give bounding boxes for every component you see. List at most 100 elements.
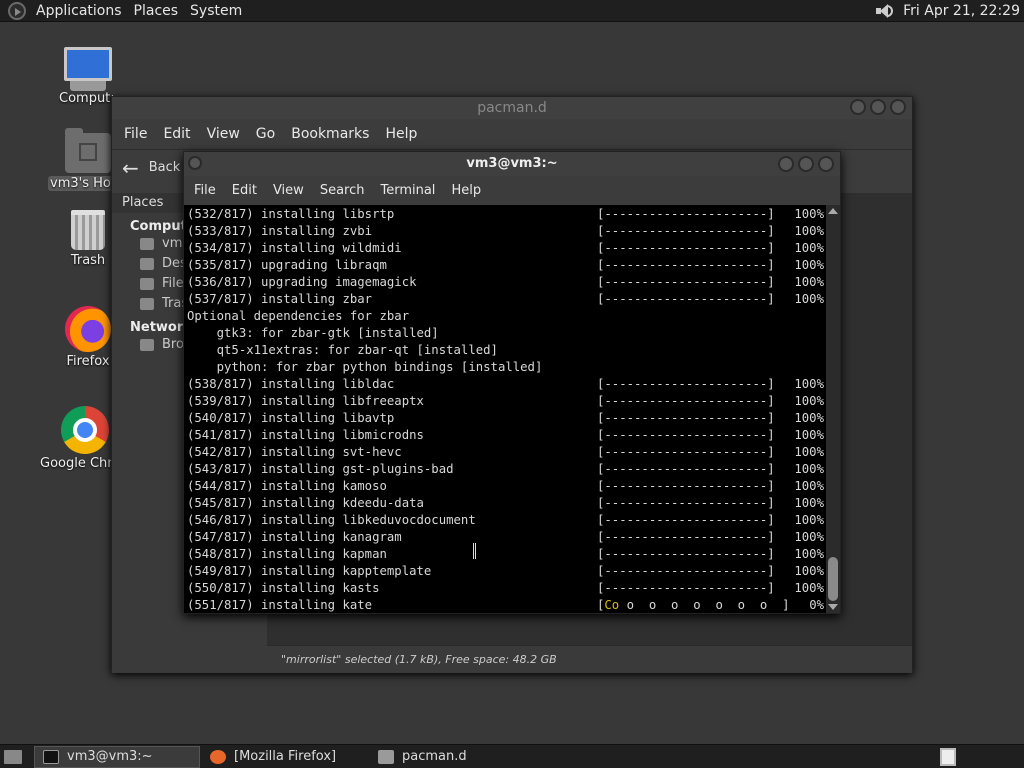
progress-percent: 100% (794, 513, 824, 527)
maximize-button[interactable] (870, 99, 886, 115)
menu-view[interactable]: View (265, 183, 312, 198)
terminal-menubar: File Edit View Search Terminal Help (184, 176, 840, 205)
system-menu[interactable]: System (184, 0, 248, 22)
pacman-dots: o o o o o o o ] (619, 598, 790, 612)
terminal-line-text: (539/817) installing libfreeaptx (187, 394, 424, 408)
progress-bar-text: [----------------------] (597, 224, 775, 238)
terminal-line: gtk3: for zbar-gtk [installed] (187, 325, 826, 342)
terminal-line: (537/817) installing zbar [--------------… (187, 291, 826, 308)
progress-bar: [----------------------] (597, 257, 775, 274)
close-button[interactable] (818, 156, 834, 172)
menu-edit[interactable]: Edit (224, 183, 265, 198)
minimize-button[interactable] (850, 99, 866, 115)
progress-bar-text: [----------------------] (597, 581, 775, 595)
scroll-down-arrow-icon[interactable] (828, 604, 838, 610)
close-button[interactable] (890, 99, 906, 115)
terminal-output[interactable]: (532/817) installing libsrtp [-----------… (184, 205, 826, 613)
terminal-line-text: (538/817) installing libldac (187, 377, 395, 391)
progress-bar: [----------------------] (597, 206, 775, 223)
terminal-line-text: gtk3: for zbar-gtk [installed] (187, 326, 439, 340)
drive-icon (140, 278, 154, 290)
progress-bar: [----------------------] (597, 546, 775, 563)
taskbar-item-terminal[interactable]: vm3@vm3:~ (34, 745, 200, 768)
file-manager-menubar: File Edit View Go Bookmarks Help (112, 119, 912, 149)
volume-icon[interactable] (875, 2, 894, 20)
desktop-icon-label: vm3's Home (48, 176, 113, 191)
progress-bar: [----------------------] (597, 376, 775, 393)
progress-bar-text: [----------------------] (597, 479, 775, 493)
menu-view[interactable]: View (199, 126, 248, 142)
progress-bar-text: [----------------------] (597, 241, 775, 255)
taskbar-item-file-manager[interactable]: pacman.d (370, 746, 536, 768)
window-menu-icon[interactable] (188, 156, 202, 170)
terminal-line: python: for zbar python bindings [instal… (187, 359, 826, 376)
progress-bar: [----------------------] (597, 274, 775, 291)
places-menu[interactable]: Places (128, 0, 185, 22)
progress-bar: [----------------------] (597, 410, 775, 427)
maximize-button[interactable] (798, 156, 814, 172)
terminal-line: (538/817) installing libldac [-----------… (187, 376, 826, 393)
minimize-button[interactable] (778, 156, 794, 172)
terminal-line: (545/817) installing kdeedu-data [-------… (187, 495, 826, 512)
menu-file[interactable]: File (116, 126, 155, 142)
progress-bar-text: [----------------------] (597, 445, 775, 459)
progress-bar: [----------------------] (597, 291, 775, 308)
progress-percent: 100% (794, 445, 824, 459)
menu-search[interactable]: Search (312, 183, 373, 198)
terminal-line-text: (542/817) installing svt-hevc (187, 445, 402, 459)
terminal-line: (549/817) installing kapptemplate [------… (187, 563, 826, 580)
progress-bar-text: [----------------------] (597, 428, 775, 442)
progress-percent: 100% (794, 428, 824, 442)
terminal-scrollbar[interactable] (826, 205, 840, 613)
scroll-up-arrow-icon[interactable] (828, 208, 838, 214)
menu-file[interactable]: File (186, 183, 224, 198)
terminal-line-text: (540/817) installing libavtp (187, 411, 395, 425)
bottom-panel: vm3@vm3:~ [Mozilla Firefox] pacman.d (0, 744, 1024, 768)
terminal-line: (548/817) installing kapman [------------… (187, 546, 826, 563)
progress-bar-text: [----------------------] (597, 394, 775, 408)
progress-bar-text: [----------------------] (597, 462, 775, 476)
top-panel: Applications Places System Fri Apr 21, 2… (0, 0, 1024, 22)
menu-help[interactable]: Help (377, 126, 425, 142)
back-arrow-icon[interactable]: ← (122, 156, 139, 180)
terminal-line: (546/817) installing libkeduvocdocument [… (187, 512, 826, 529)
terminal-titlebar[interactable]: vm3@vm3:~ (184, 152, 840, 176)
terminal-line-text: (536/817) upgrading imagemagick (187, 275, 417, 289)
terminal-line-text: (547/817) installing kanagram (187, 530, 402, 544)
terminal-line: qt5-x11extras: for zbar-qt [installed] (187, 342, 826, 359)
terminal-line: (539/817) installing libfreeaptx [-------… (187, 393, 826, 410)
terminal-line-text: python: for zbar python bindings [instal… (187, 360, 543, 374)
file-manager-titlebar[interactable]: pacman.d (112, 97, 912, 119)
progress-bar: [----------------------] (597, 393, 775, 410)
distro-logo-icon[interactable] (8, 1, 26, 20)
back-button[interactable]: Back (149, 160, 181, 175)
terminal-line-text: Optional dependencies for zbar (187, 309, 410, 323)
terminal-window[interactable]: vm3@vm3:~ File Edit View Search Terminal… (183, 151, 841, 614)
menu-edit[interactable]: Edit (155, 126, 198, 142)
progress-bar: [----------------------] (597, 461, 775, 478)
menu-help[interactable]: Help (443, 183, 489, 198)
chrome-icon (61, 406, 109, 454)
network-icon (140, 339, 154, 351)
taskbar-item-label: pacman.d (402, 749, 467, 764)
terminal-line-text: (544/817) installing kamoso (187, 479, 387, 493)
terminal-icon (43, 749, 59, 764)
clock[interactable]: Fri Apr 21, 22:29 (903, 3, 1020, 19)
workspace-switcher[interactable] (940, 748, 956, 766)
terminal-line-text: (546/817) installing libkeduvocdocument (187, 513, 476, 527)
trash-icon (71, 210, 105, 250)
scrollbar-thumb[interactable] (828, 557, 838, 601)
terminal-line: (543/817) installing gst-plugins-bad [---… (187, 461, 826, 478)
terminal-line-text: (541/817) installing libmicrodns (187, 428, 424, 442)
progress-bar-text: [----------------------] (597, 564, 775, 578)
desktop-icon-label: Computer (59, 91, 113, 106)
terminal-line-text: qt5-x11extras: for zbar-qt [installed] (187, 343, 498, 357)
taskbar-item-firefox[interactable]: [Mozilla Firefox] (202, 746, 368, 768)
progress-percent: 100% (794, 207, 824, 221)
applications-menu[interactable]: Applications (30, 0, 128, 22)
progress-bar-text: [----------------------] (597, 377, 775, 391)
menu-terminal[interactable]: Terminal (372, 183, 443, 198)
menu-go[interactable]: Go (248, 126, 283, 142)
menu-bookmarks[interactable]: Bookmarks (283, 126, 377, 142)
show-desktop-icon[interactable] (4, 749, 22, 764)
